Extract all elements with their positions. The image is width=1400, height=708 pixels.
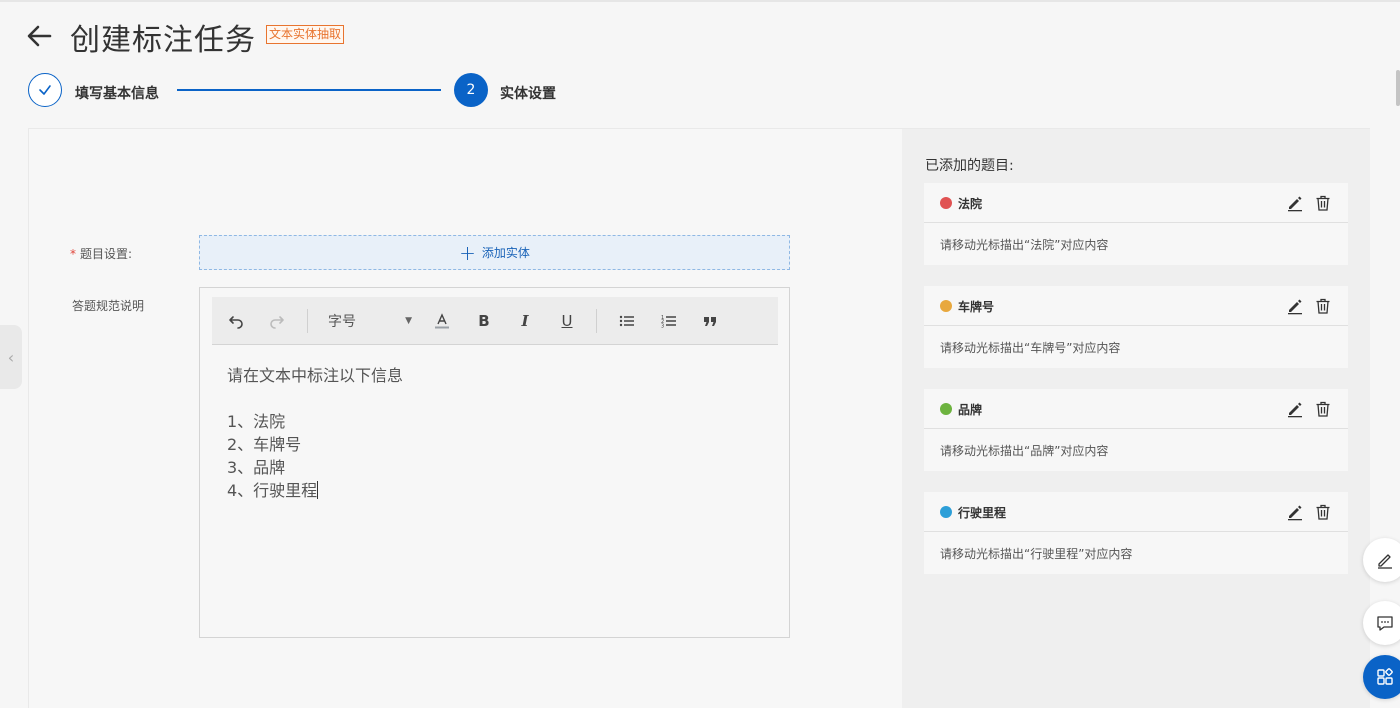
entity-name: 车牌号 xyxy=(958,300,995,314)
plus-icon: + xyxy=(459,240,476,265)
trash-icon[interactable] xyxy=(1314,503,1332,521)
trash-icon[interactable] xyxy=(1314,400,1332,418)
scrollbar[interactable] xyxy=(1396,70,1400,106)
step-1-label: 填写基本信息 xyxy=(75,86,159,102)
trash-icon[interactable] xyxy=(1314,194,1332,212)
underline-icon[interactable]: U xyxy=(555,309,579,333)
toolbar-divider xyxy=(307,309,308,333)
editor-line: 1、法院 xyxy=(227,412,286,431)
editor-content[interactable]: 请在文本中标注以下信息 1、法院 2、车牌号 3、品牌 4、行驶里程 xyxy=(227,364,403,502)
entity-description: 请移动光标描出“行驶里程”对应内容 xyxy=(940,547,1133,561)
entity-description: 请移动光标描出“法院”对应内容 xyxy=(940,238,1109,252)
chat-button[interactable] xyxy=(1363,601,1400,645)
edit-icon[interactable] xyxy=(1286,400,1304,418)
apps-grid-icon xyxy=(1377,668,1393,685)
entity-card: 车牌号 请移动光标描出“车牌号”对应内容 xyxy=(924,286,1348,368)
editor-line-last: 4、行驶里程 xyxy=(227,479,403,502)
entity-color-dot xyxy=(940,197,952,209)
apps-button[interactable] xyxy=(1363,655,1400,699)
bold-icon[interactable]: B xyxy=(472,309,496,333)
toolbar-divider xyxy=(596,309,597,333)
entity-setting-text: 题目设置: xyxy=(80,247,133,261)
back-arrow-icon[interactable] xyxy=(24,20,56,52)
entity-card-header: 行驶里程 xyxy=(924,492,1348,532)
editor-line: 请在文本中标注以下信息 xyxy=(227,366,404,385)
editor-toolbar: 字号 ▼ B I U 123 xyxy=(212,297,778,345)
top-border xyxy=(0,0,1400,2)
chat-icon xyxy=(1377,616,1393,631)
svg-text:3: 3 xyxy=(661,324,664,330)
entity-card: 法院 请移动光标描出“法院”对应内容 xyxy=(924,183,1348,265)
bullet-list-icon[interactable] xyxy=(615,309,639,333)
step-2-number: 2 xyxy=(454,73,488,107)
editor-line: 3、品牌 xyxy=(227,458,286,477)
trash-icon[interactable] xyxy=(1314,297,1332,315)
entity-description: 请移动光标描出“车牌号”对应内容 xyxy=(940,341,1121,355)
editor-line: 2、车牌号 xyxy=(227,435,302,454)
edit-icon[interactable] xyxy=(1286,503,1304,521)
entity-color-dot xyxy=(940,403,952,415)
entity-name: 品牌 xyxy=(958,403,983,417)
font-size-select[interactable]: 字号 ▼ xyxy=(328,309,412,333)
step-1-check-icon xyxy=(28,73,62,107)
font-size-label: 字号 xyxy=(328,314,356,330)
entity-card-header: 品牌 xyxy=(924,389,1348,429)
rich-text-editor[interactable]: 字号 ▼ B I U 123 请在文本中标注以下信息 1、法院 2、车牌号 3、… xyxy=(199,287,790,638)
feedback-edit-button[interactable] xyxy=(1363,538,1400,582)
task-type-tag: 文本实体抽取 xyxy=(266,25,345,44)
undo-icon[interactable] xyxy=(224,309,248,333)
entity-description: 请移动光标描出“品牌”对应内容 xyxy=(940,444,1109,458)
step-2-label: 实体设置 xyxy=(500,86,556,102)
edit-icon[interactable] xyxy=(1286,297,1304,315)
page-title: 创建标注任务 xyxy=(70,23,256,58)
quote-icon[interactable] xyxy=(698,309,722,333)
entity-card: 行驶里程 请移动光标描出“行驶里程”对应内容 xyxy=(924,492,1348,574)
step-connector xyxy=(177,89,441,91)
numbered-list-icon[interactable]: 123 xyxy=(657,309,681,333)
redo-icon[interactable] xyxy=(265,309,289,333)
entity-setting-label: * 题目设置: xyxy=(70,245,132,262)
add-entity-label: 添加实体 xyxy=(481,246,530,260)
entity-name: 法院 xyxy=(958,197,983,211)
collapse-left-icon[interactable]: ‹ xyxy=(0,325,22,389)
font-color-icon[interactable] xyxy=(430,309,454,333)
add-entity-button[interactable]: + 添加实体 xyxy=(199,235,790,270)
entity-card-header: 车牌号 xyxy=(924,286,1348,326)
edit-icon[interactable] xyxy=(1286,194,1304,212)
required-mark: * xyxy=(70,247,76,261)
entity-card-header: 法院 xyxy=(924,183,1348,223)
entity-name: 行驶里程 xyxy=(958,506,1007,520)
italic-icon[interactable]: I xyxy=(513,309,537,333)
entity-card: 品牌 请移动光标描出“品牌”对应内容 xyxy=(924,389,1348,471)
entity-color-dot xyxy=(940,300,952,312)
pencil-icon xyxy=(1378,554,1392,569)
added-items-title: 已添加的题目: xyxy=(925,158,1014,174)
chevron-down-icon: ▼ xyxy=(405,316,412,326)
editor-line-text: 4、行驶里程 xyxy=(227,481,318,500)
entity-color-dot xyxy=(940,506,952,518)
guide-label: 答题规范说明 xyxy=(72,299,145,313)
text-cursor xyxy=(317,481,319,499)
